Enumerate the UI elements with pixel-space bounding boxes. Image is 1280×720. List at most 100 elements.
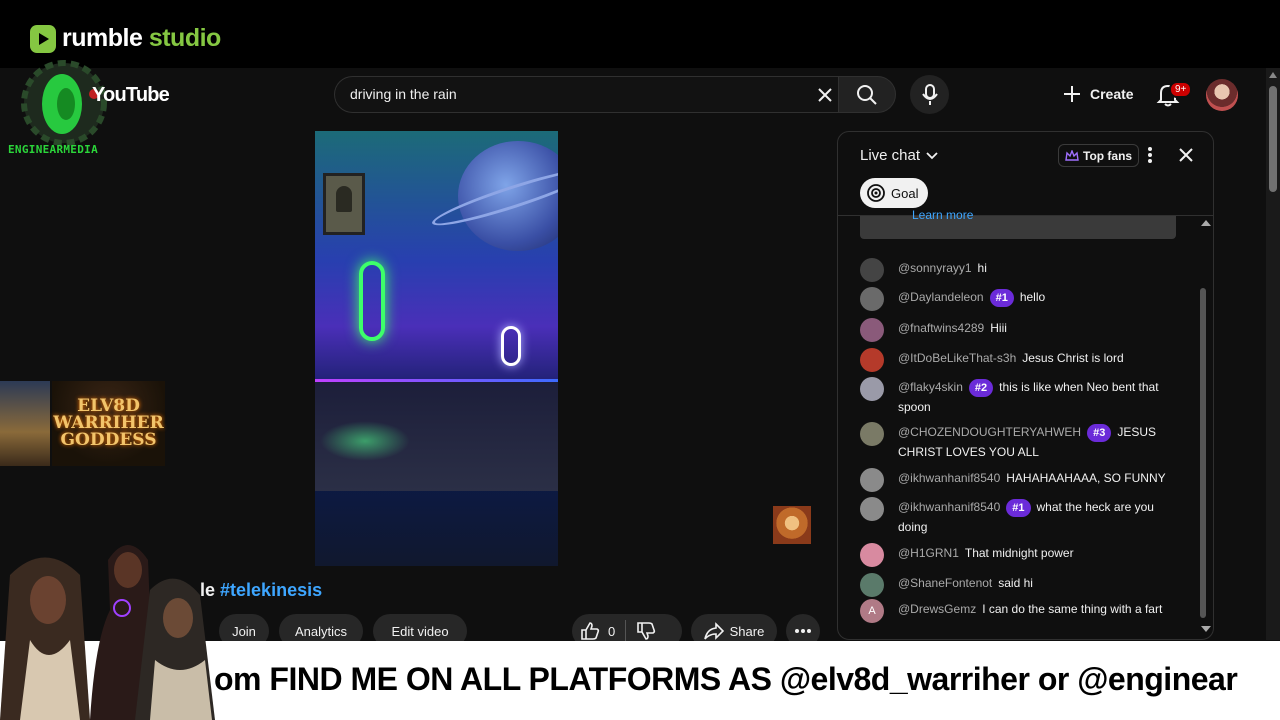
thumbs-up-icon[interactable] — [580, 621, 600, 641]
chat-username[interactable]: @flaky4skin — [898, 380, 963, 394]
youtube-wordmark[interactable]: YouTube — [92, 84, 170, 107]
chat-message-text: I can do the same thing with a fart — [982, 602, 1163, 616]
live-chat-panel: Live chat Top fans Goal Learn more @sonn… — [837, 131, 1214, 640]
top-fan-rank-badge: #3 — [1087, 424, 1112, 442]
chat-message-text: hello — [1019, 290, 1046, 304]
chat-username[interactable]: @ikhwanhanif8540 — [898, 471, 1000, 485]
hashtag-link[interactable]: #telekinesis — [220, 580, 322, 600]
chat-message-text: said hi — [998, 576, 1033, 590]
search-button[interactable] — [838, 76, 896, 113]
share-icon — [703, 622, 724, 640]
warrior-women-overlay-image — [0, 545, 215, 720]
scrollbar-thumb[interactable] — [1269, 86, 1277, 192]
notifications-badge: 9+ — [1169, 81, 1193, 98]
learn-more-link[interactable]: Learn more — [912, 208, 973, 222]
top-fans-button[interactable]: Top fans — [1058, 144, 1140, 167]
share-label: Share — [729, 623, 765, 639]
chat-avatar[interactable] — [860, 422, 884, 446]
target-icon — [867, 184, 885, 202]
chat-username[interactable]: @ShaneFontenot — [898, 576, 992, 590]
live-chat-mode-dropdown[interactable]: Live chat — [860, 147, 938, 164]
chat-username[interactable]: @Daylandeleon — [898, 290, 984, 304]
rumble-play-icon — [30, 24, 56, 53]
chat-scroll-up-icon[interactable] — [1201, 220, 1211, 226]
chat-message-text: Jesus Christ is lord — [1022, 351, 1124, 365]
chat-avatar[interactable] — [860, 468, 884, 492]
chat-message: @flaky4skin #2 this is like when Neo bent … — [860, 377, 1170, 417]
enginearmedia-text: ENGINEARMEDIA — [8, 143, 98, 156]
thumbs-down-icon[interactable] — [636, 621, 656, 641]
clear-search-icon[interactable] — [814, 84, 836, 106]
plus-icon — [1064, 86, 1080, 102]
chat-message-text: HAHAHAAHAAA, SO FUNNY — [1006, 471, 1166, 485]
chat-scroll-down-icon[interactable] — [1201, 626, 1211, 632]
chat-username[interactable]: @ItDoBeLikeThat-s3h — [898, 351, 1016, 365]
chat-username[interactable]: @fnaftwins4289 — [898, 321, 984, 335]
chat-scrollbar-thumb[interactable] — [1200, 288, 1206, 618]
chat-avatar[interactable] — [860, 543, 884, 567]
more-horizontal-icon — [795, 629, 811, 633]
chat-message: A @DrewsGemz I can do the same thing with … — [860, 599, 1170, 623]
account-avatar[interactable] — [1206, 79, 1238, 111]
chat-message: @fnaftwins4289 Hiii — [860, 318, 1170, 342]
chat-message: @H1GRN1 That midnight power — [860, 543, 1170, 567]
top-fan-rank-badge: #1 — [989, 289, 1014, 307]
goddess-logo-image: ELV8D WARRIHER GODDESS — [52, 381, 165, 466]
ticker-text: om FIND ME ON ALL PLATFORMS AS @elv8d_wa… — [214, 661, 1238, 697]
chevron-down-icon — [926, 151, 938, 159]
chat-username[interactable]: @ikhwanhanif8540 — [898, 500, 1000, 514]
chat-avatar[interactable] — [860, 377, 884, 401]
chat-username[interactable]: @H1GRN1 — [898, 546, 959, 560]
goal-label: Goal — [891, 185, 919, 201]
like-count: 0 — [608, 623, 616, 639]
rumble-studio-logo: rumble studio — [30, 24, 221, 53]
scroll-up-arrow-icon[interactable] — [1269, 72, 1277, 78]
rumble-brand-text: rumble — [62, 24, 143, 52]
chat-avatar[interactable] — [860, 287, 884, 311]
chat-message: @ItDoBeLikeThat-s3h Jesus Christ is lord — [860, 348, 1170, 372]
chat-username[interactable]: @CHOZENDOUGHTERYAHWEH — [898, 425, 1081, 439]
elv8d-warriher-goddess-overlay: ELV8D WARRIHER GODDESS — [0, 381, 165, 466]
top-fan-rank-badge: #2 — [968, 379, 994, 397]
channel-thumbnail[interactable] — [773, 506, 811, 544]
chat-message: @sonnyrayy1 hi — [860, 258, 1170, 282]
crown-icon — [1065, 149, 1079, 161]
goal-button[interactable]: Goal — [860, 178, 929, 208]
chat-avatar[interactable] — [860, 348, 884, 372]
chat-message: @ikhwanhanif8540 #1 what the heck are you … — [860, 497, 1170, 537]
chat-message: @Daylandeleon #1 hello — [860, 287, 1170, 311]
close-chat-icon[interactable] — [1176, 145, 1196, 165]
more-vertical-icon[interactable] — [1146, 146, 1154, 164]
studio-brand-text: studio — [148, 24, 222, 52]
rumble-studio-bar: rumble studio — [0, 0, 1280, 68]
chat-message-text: That midnight power — [964, 546, 1074, 560]
top-fans-label: Top fans — [1083, 148, 1133, 163]
chat-message-text: Hiii — [990, 321, 1007, 335]
goddess-figure-image — [0, 381, 50, 466]
pinned-banner: Learn more — [860, 208, 1176, 239]
chat-avatar[interactable] — [860, 573, 884, 597]
live-chat-header: Live chat Top fans Goal — [838, 132, 1213, 216]
create-label: Create — [1090, 86, 1134, 102]
chat-message: @ShaneFontenot said hi — [860, 573, 1170, 597]
chat-avatar[interactable] — [860, 258, 884, 282]
live-chat-title: Live chat — [860, 147, 921, 164]
chat-avatar[interactable]: A — [860, 599, 884, 623]
chat-username[interactable]: @sonnyrayy1 — [898, 261, 972, 275]
chat-message: @ikhwanhanif8540 HAHAHAAHAAA, SO FUNNY — [860, 468, 1170, 492]
chat-username[interactable]: @DrewsGemz — [898, 602, 976, 616]
top-fan-rank-badge: #1 — [1006, 499, 1031, 517]
video-player[interactable] — [315, 131, 558, 566]
search-icon — [857, 84, 877, 105]
chat-avatar[interactable] — [860, 497, 884, 521]
chat-message: @CHOZENDOUGHTERYAHWEH #3 JESUS CHRIST LOVE… — [860, 422, 1170, 462]
chat-avatar[interactable] — [860, 318, 884, 342]
goddess-line-3: GODDESS — [60, 430, 157, 450]
chat-message-text: hi — [977, 261, 987, 275]
microphone-icon — [921, 83, 938, 105]
search-box[interactable]: driving in the rain — [334, 76, 850, 113]
voice-search-button[interactable] — [910, 75, 949, 114]
page-scrollbar[interactable] — [1266, 68, 1280, 640]
create-button[interactable]: Create — [1052, 76, 1144, 112]
search-input[interactable]: driving in the rain — [350, 86, 457, 102]
